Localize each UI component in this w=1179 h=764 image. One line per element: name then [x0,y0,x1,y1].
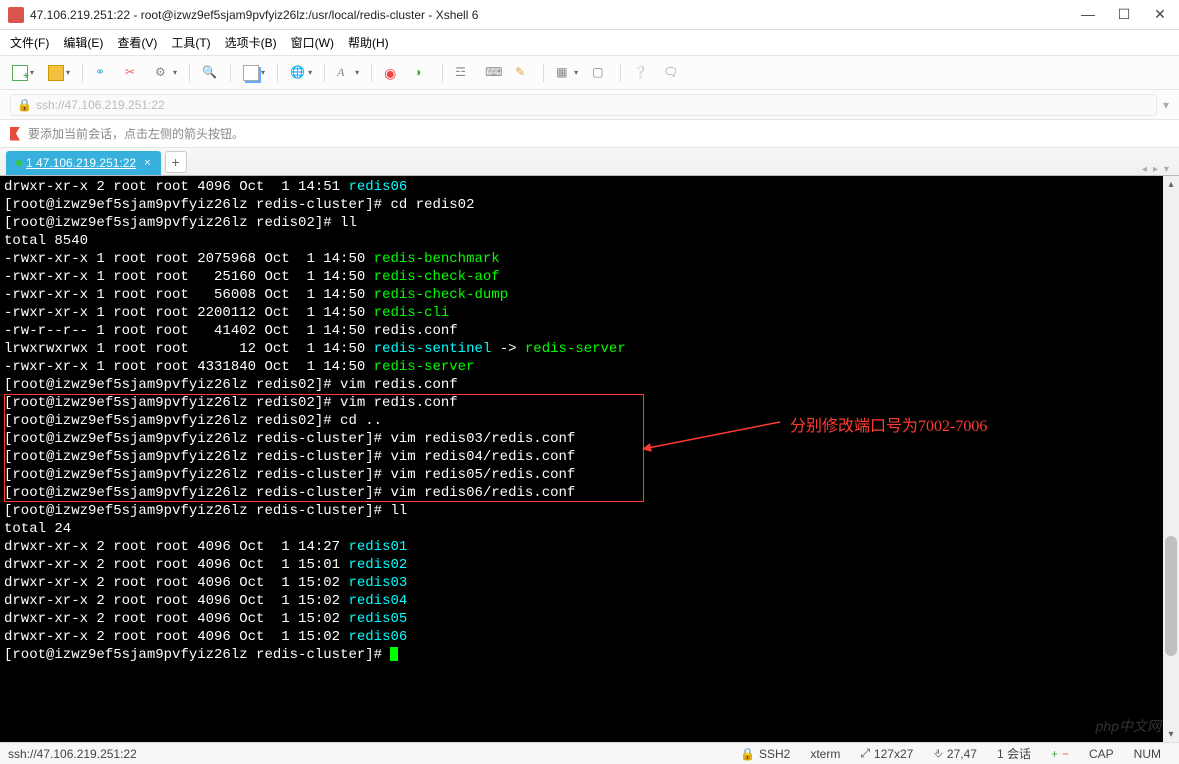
annotation-text: 分别修改端口号为7002-7006 [790,412,987,436]
feedback-button[interactable]: 🗨 [659,63,683,83]
grid-icon: ▦ [556,65,572,81]
status-ssh: 🔒SSH2 [740,747,790,761]
help-icon: ❔ [633,65,649,81]
window-controls: — ☐ ✕ [1081,6,1167,23]
reconnect-button[interactable]: ⚭ [91,63,115,83]
tab-add-button[interactable]: + [165,151,187,173]
globe-icon: 🌐 [290,65,306,81]
connected-dot-icon [16,160,22,166]
copy-icon [243,65,259,81]
cascade-icon: ▢ [592,65,608,81]
status-term: xterm [810,747,840,761]
watermark: php中文网 [1096,716,1161,736]
highlight-icon: ✎ [515,65,531,81]
sessions-remove-icon[interactable]: − [1062,747,1069,761]
disconnect-button[interactable]: ✂ [121,63,145,83]
font-button[interactable]: A▾ [333,63,363,83]
close-button[interactable]: ✕ [1153,6,1167,23]
file-plus-icon: + [12,65,28,81]
resize-icon: ⤢ [860,746,870,761]
tab-next-button[interactable]: ▸ [1153,164,1158,175]
cursor-icon: ⎀ [933,746,943,761]
flag-icon [10,127,20,141]
tab-prev-button[interactable]: ◂ [1142,164,1147,175]
minimize-button[interactable]: — [1081,6,1095,23]
status-sessions: 1 会话 [997,745,1031,762]
cascade-button[interactable]: ▢ [588,63,612,83]
menu-file[interactable]: 文件(F) [10,34,49,51]
menubar: 文件(F) 编辑(E) 查看(V) 工具(T) 选项卡(B) 窗口(W) 帮助(… [0,30,1179,56]
link-icon: ⚭ [95,65,111,81]
layout-button[interactable]: ▦▾ [552,63,582,83]
menu-tools[interactable]: 工具(T) [171,34,210,51]
highlight-button[interactable]: ✎ [511,63,535,83]
menu-help[interactable]: 帮助(H) [348,34,389,51]
script-icon: ⌨ [485,65,501,81]
folder-open-icon [48,65,64,81]
app-icon [8,7,24,23]
stop-icon: ◑ [414,65,430,81]
status-size: ⤢127x27 [860,746,913,761]
scrollbar[interactable]: ▴ ▾ [1163,176,1179,742]
record-icon: ◉ [384,65,400,81]
menu-window[interactable]: 窗口(W) [291,34,334,51]
tab-menu-button[interactable]: ▾ [1164,164,1169,175]
ssh-url-value: ssh://47.106.219.251:22 [36,98,165,112]
bookmark-icon: ☲ [455,65,471,81]
properties-button[interactable]: ⚙▾ [151,63,181,83]
terminal-cursor [390,647,398,661]
open-button[interactable]: ▾ [44,63,74,83]
font-icon: A [337,65,353,81]
address-bar: 🔒 ssh://47.106.219.251:22 ▾ [0,90,1179,120]
lock-icon: 🔒 [17,98,32,112]
scroll-thumb[interactable] [1165,536,1177,656]
stop-button[interactable]: ◑ [410,63,434,83]
copy-button[interactable]: ▾ [239,63,269,83]
tab-bar: 1 47.106.219.251:22 × + ◂ ▸ ▾ [0,148,1179,176]
hint-text: 要添加当前会话，点击左侧的箭头按钮。 [28,125,244,142]
scroll-down-button[interactable]: ▾ [1163,726,1179,742]
sessions-add-icon[interactable]: + [1051,747,1058,761]
search-button[interactable]: 🔍 [198,63,222,83]
menu-view[interactable]: 查看(V) [117,34,157,51]
status-url: ssh://47.106.219.251:22 [8,747,137,761]
session-tab[interactable]: 1 47.106.219.251:22 × [6,151,161,175]
menu-tabs[interactable]: 选项卡(B) [225,34,277,51]
tab-nav: ◂ ▸ ▾ [1142,164,1173,175]
gear-icon: ⚙ [155,65,171,81]
lock-icon: 🔒 [740,747,755,761]
window-title: 47.106.219.251:22 - root@izwz9ef5sjam9pv… [30,8,1081,22]
tab-close-button[interactable]: × [144,157,150,169]
scroll-up-button[interactable]: ▴ [1163,176,1179,192]
status-bar: ssh://47.106.219.251:22 🔒SSH2 xterm ⤢127… [0,742,1179,764]
globe-button[interactable]: 🌐▾ [286,63,316,83]
bookmark-button[interactable]: ☲ [451,63,475,83]
terminal-pane[interactable]: drwxr-xr-x 2 root root 4096 Oct 1 14:51 … [0,176,1179,742]
hint-bar: 要添加当前会话，点击左侧的箭头按钮。 [0,120,1179,148]
titlebar: 47.106.219.251:22 - root@izwz9ef5sjam9pv… [0,0,1179,30]
chat-icon: 🗨 [663,65,679,81]
menu-edit[interactable]: 编辑(E) [63,34,103,51]
new-session-button[interactable]: +▾ [8,63,38,83]
terminal-output: drwxr-xr-x 2 root root 4096 Oct 1 14:51 … [0,176,1179,666]
status-pos: ⎀27,47 [933,746,977,761]
record-button[interactable]: ◉ [380,63,404,83]
search-icon: 🔍 [202,65,218,81]
status-cap: CAP [1089,747,1114,761]
unlink-icon: ✂ [125,65,141,81]
status-num: NUM [1134,747,1161,761]
ssh-url-field[interactable]: 🔒 ssh://47.106.219.251:22 [10,94,1157,116]
tab-label: 1 47.106.219.251:22 [26,156,136,170]
help-button[interactable]: ❔ [629,63,653,83]
toolbar: +▾ ▾ ⚭ ✂ ⚙▾ 🔍 ▾ 🌐▾ A▾ ◉ ◑ ☲ ⌨ ✎ ▦▾ ▢ ❔ 🗨 [0,56,1179,90]
addr-dropdown[interactable]: ▾ [1163,98,1169,112]
maximize-button[interactable]: ☐ [1117,6,1131,23]
script-button[interactable]: ⌨ [481,63,505,83]
